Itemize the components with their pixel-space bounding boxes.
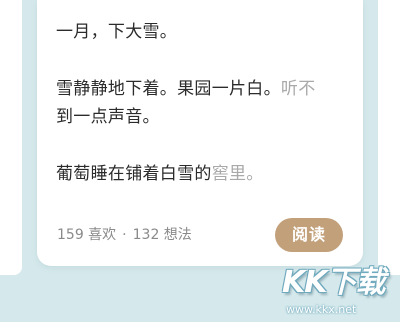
post-card[interactable]: 一月，下大雪。 雪静静地下着。果园一片白。听不 到一点声音。 葡萄睡在铺着白雪的… — [37, 0, 363, 266]
thoughts-count[interactable]: 132 想法 — [133, 227, 192, 243]
read-button[interactable]: 阅读 — [275, 218, 343, 252]
post-line-4-faded: 窖里。 — [211, 164, 264, 184]
post-line-4-text: 葡萄睡在铺着白雪的 — [56, 164, 212, 184]
post-title-line: 一月，下大雪。 — [56, 22, 178, 42]
next-card-edge[interactable] — [378, 0, 400, 275]
likes-count[interactable]: 159 喜欢 — [57, 227, 116, 243]
post-line-2-text: 雪静静地下着。果园一片白。 — [56, 79, 281, 99]
site-watermark: KK下载 www.kkx.net — [282, 265, 396, 321]
post-line-2: 雪静静地下着。果园一片白。听不 — [56, 77, 316, 101]
watermark-logo: KK下载 — [282, 265, 385, 300]
watermark-url: www.kkx.net — [286, 303, 357, 316]
post-line-3: 到一点声音。 — [56, 107, 160, 127]
post-stats: 159 喜欢 · 132 想法 — [57, 225, 192, 245]
post-line-4: 葡萄睡在铺着白雪的窖里。 — [56, 162, 264, 186]
previous-card-edge[interactable] — [0, 0, 22, 275]
stats-separator: · — [122, 227, 127, 243]
post-line-2-faded: 听不 — [280, 79, 316, 99]
